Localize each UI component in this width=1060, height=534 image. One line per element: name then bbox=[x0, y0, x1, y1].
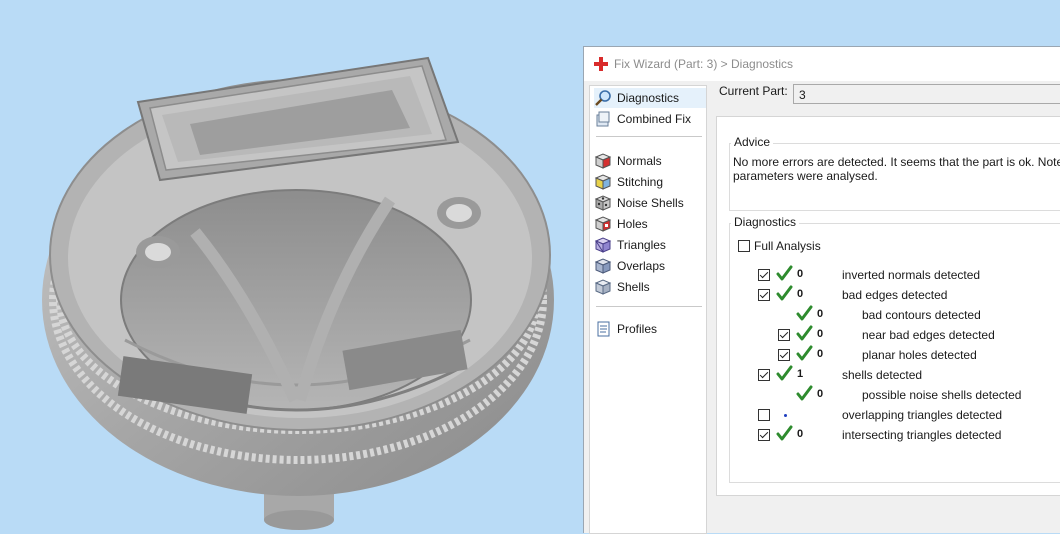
overlaps-cube-icon bbox=[594, 257, 612, 275]
nav-label: Combined Fix bbox=[617, 112, 692, 126]
bad-contours-count: 0 bbox=[817, 308, 824, 320]
ok-check-icon bbox=[776, 265, 793, 281]
bad-edges-count: 0 bbox=[797, 288, 804, 300]
ok-check-icon bbox=[796, 305, 813, 321]
near-bad-edges-count: 0 bbox=[817, 328, 824, 340]
overlapping-triangles-checkbox[interactable] bbox=[758, 409, 770, 421]
current-part-field[interactable]: 3 bbox=[793, 84, 1060, 104]
near-bad-edges-label: near bad edges detected bbox=[862, 328, 995, 342]
nav-label: Triangles bbox=[617, 238, 666, 252]
main-content: Current Part: 3 Advice No more errors ar… bbox=[709, 81, 1060, 534]
nav-item-diagnostics[interactable]: Diagnostics bbox=[594, 88, 706, 108]
fix-wizard-dialog: Fix Wizard (Part: 3) > Diagnostics Diagn… bbox=[583, 46, 1060, 534]
nav-item-normals[interactable]: Normals bbox=[594, 151, 706, 171]
ok-check-icon bbox=[796, 345, 813, 361]
ok-check-icon bbox=[796, 325, 813, 341]
intersecting-triangles-count: 0 bbox=[797, 428, 804, 440]
planar-holes-checkbox[interactable] bbox=[778, 349, 790, 361]
ok-check-icon bbox=[776, 425, 793, 441]
profiles-document-icon bbox=[594, 320, 612, 338]
shells-count: 1 bbox=[797, 368, 804, 380]
nav-item-noise-shells[interactable]: Noise Shells bbox=[594, 193, 706, 213]
advice-text: No more errors are detected. It seems th… bbox=[733, 155, 1060, 183]
nav-label: Stitching bbox=[617, 175, 664, 189]
planar-holes-count: 0 bbox=[817, 348, 824, 360]
stitching-cube-icon bbox=[594, 173, 612, 191]
bad-edges-checkbox[interactable] bbox=[758, 289, 770, 301]
ring-model bbox=[42, 56, 554, 530]
wizard-nav: Diagnostics Combined Fix Normals Stitchi… bbox=[589, 85, 707, 534]
shells-label: shells detected bbox=[842, 368, 923, 382]
nav-label: Holes bbox=[617, 217, 648, 231]
ok-check-icon bbox=[776, 285, 793, 301]
noise-shells-label: possible noise shells detected bbox=[862, 388, 1022, 402]
full-analysis-checkbox[interactable] bbox=[738, 240, 750, 252]
advice-text-line: No more errors are detected. It seems th… bbox=[733, 155, 1060, 169]
current-part-label: Current Part: bbox=[719, 84, 788, 98]
nav-label: Shells bbox=[617, 280, 650, 294]
noise-shells-icon bbox=[594, 194, 612, 212]
near-bad-edges-checkbox[interactable] bbox=[778, 329, 790, 341]
nav-label: Diagnostics bbox=[617, 91, 680, 105]
ok-check-icon bbox=[776, 365, 793, 381]
pending-dot-icon bbox=[784, 414, 787, 417]
holes-cube-icon bbox=[594, 215, 612, 233]
window-title: Fix Wizard (Part: 3) > Diagnostics bbox=[614, 57, 794, 71]
intersecting-triangles-label: intersecting triangles detected bbox=[842, 428, 1002, 442]
nav-item-shells[interactable]: Shells bbox=[594, 277, 706, 297]
bad-contours-label: bad contours detected bbox=[862, 308, 981, 322]
nav-item-holes[interactable]: Holes bbox=[594, 214, 706, 234]
nav-label: Overlaps bbox=[617, 259, 666, 273]
normals-cube-icon bbox=[594, 152, 612, 170]
diagnostics-group-label: Diagnostics bbox=[731, 215, 800, 229]
noise-shells-count: 0 bbox=[817, 388, 824, 400]
ok-check-icon bbox=[796, 385, 813, 401]
shells-checkbox[interactable] bbox=[758, 369, 770, 381]
inverted-normals-label: inverted normals detected bbox=[842, 268, 981, 282]
intersecting-triangles-checkbox[interactable] bbox=[758, 429, 770, 441]
advice-text-line: parameters were analysed. bbox=[733, 169, 878, 183]
3d-viewport[interactable] bbox=[0, 0, 583, 533]
nav-separator bbox=[596, 136, 702, 137]
nav-item-profiles[interactable]: Profiles bbox=[594, 319, 706, 339]
nav-label: Normals bbox=[617, 154, 662, 168]
magnifier-icon bbox=[594, 89, 612, 107]
overlapping-triangles-label: overlapping triangles detected bbox=[842, 408, 1003, 422]
nav-item-combined-fix[interactable]: Combined Fix bbox=[594, 109, 706, 129]
title-bar[interactable]: Fix Wizard (Part: 3) > Diagnostics bbox=[584, 47, 1060, 81]
inverted-normals-count: 0 bbox=[797, 268, 804, 280]
nav-label: Noise Shells bbox=[617, 196, 684, 210]
nav-item-overlaps[interactable]: Overlaps bbox=[594, 256, 706, 276]
inverted-normals-checkbox[interactable] bbox=[758, 269, 770, 281]
bad-edges-label: bad edges detected bbox=[842, 288, 948, 302]
nav-label: Profiles bbox=[617, 322, 658, 336]
nav-item-triangles[interactable]: Triangles bbox=[594, 235, 706, 255]
planar-holes-label: planar holes detected bbox=[862, 348, 977, 362]
nav-separator bbox=[596, 306, 702, 307]
advice-group-label: Advice bbox=[731, 135, 774, 149]
diagnostics-panel: Advice No more errors are detected. It s… bbox=[716, 116, 1060, 496]
full-analysis-label: Full Analysis bbox=[754, 239, 821, 253]
nav-item-stitching[interactable]: Stitching bbox=[594, 172, 706, 192]
red-cross-icon bbox=[594, 57, 608, 71]
combined-fix-icon bbox=[594, 110, 612, 128]
shells-cube-icon bbox=[594, 278, 612, 296]
triangles-cube-icon bbox=[594, 236, 612, 254]
